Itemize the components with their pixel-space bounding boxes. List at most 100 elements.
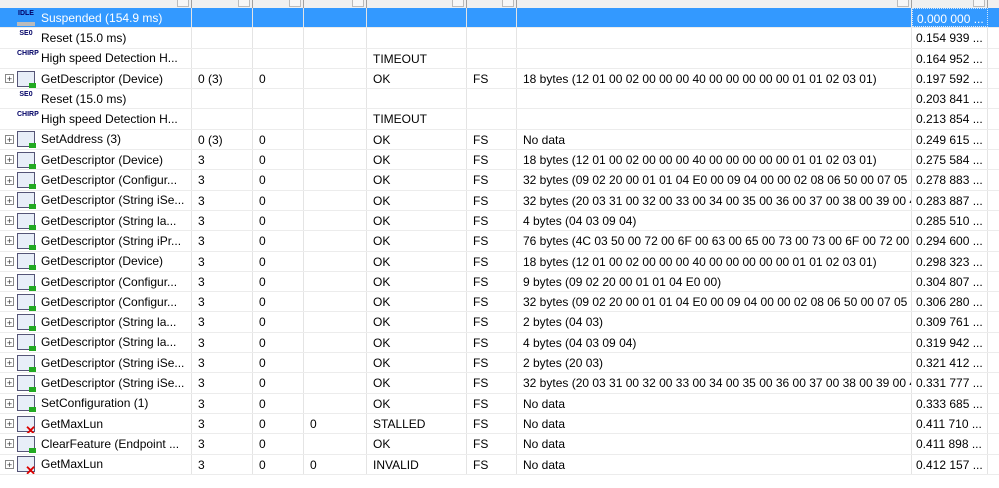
- expand-toggle-icon[interactable]: +: [5, 236, 14, 246]
- speed-cell: [467, 8, 517, 28]
- table-row[interactable]: + GetDescriptor (Device) 3 0 OK FS 18 bytes (1…: [0, 150, 999, 171]
- expand-toggle-icon[interactable]: +: [5, 358, 14, 368]
- expand-toggle-icon[interactable]: +: [5, 216, 14, 226]
- table-row[interactable]: + GetDescriptor (Configur... 3 0 OK FS 32 byte…: [0, 292, 999, 313]
- item-cell[interactable]: + SetAddress (3): [0, 129, 192, 150]
- table-row[interactable]: SE0 Reset (15.0 ms) 0.154 939 ...: [0, 28, 999, 49]
- item-label: Reset (15.0 ms): [41, 30, 127, 45]
- table-row[interactable]: + ClearFeature (Endpoint ... 3 0 OK FS No data…: [0, 434, 999, 455]
- table-row[interactable]: + SetAddress (3) 0 (3) 0 OK FS No data 0.249 61…: [0, 129, 999, 151]
- item-cell[interactable]: + GetDescriptor (String iSe...: [0, 373, 192, 393]
- table-row[interactable]: + GetDescriptor (String la... 3 0 OK FS 4 byte…: [0, 210, 999, 232]
- table-row[interactable]: + GetDescriptor (String iSe... 3 0 OK FS 32 by…: [0, 190, 999, 211]
- item-label: GetDescriptor (String iPr...: [41, 233, 182, 248]
- table-row[interactable]: + SetConfiguration (1) 3 0 OK FS No data 0.333 …: [0, 393, 999, 414]
- column-header-time[interactable]: [912, 0, 988, 8]
- data-cell: 9 bytes (09 02 20 00 01 01 04 E0 00): [517, 271, 912, 292]
- column-header-status[interactable]: [367, 0, 467, 8]
- speed-cell: [467, 28, 517, 48]
- table-row[interactable]: + GetDescriptor (Configur... 3 0 OK FS 9 bytes…: [0, 271, 999, 293]
- table-row[interactable]: + GetDescriptor (Device) 0 (3) 0 OK FS 18 byte…: [0, 68, 999, 90]
- expand-toggle-icon[interactable]: +: [5, 155, 14, 165]
- expand-toggle-icon[interactable]: +: [5, 378, 14, 388]
- item-cell[interactable]: + SetConfiguration (1): [0, 393, 192, 413]
- item-cell[interactable]: CHIRP High speed Detection H...: [0, 109, 192, 129]
- speed-cell: FS: [467, 150, 517, 170]
- expand-toggle-icon[interactable]: +: [5, 419, 14, 429]
- data-cell: 32 bytes (09 02 20 00 01 01 04 E0 00 09 …: [517, 292, 912, 312]
- expand-toggle-icon[interactable]: +: [5, 195, 14, 205]
- control-transfer-icon: [17, 293, 36, 311]
- column-header-item[interactable]: [0, 0, 192, 8]
- expand-toggle-icon[interactable]: +: [5, 134, 14, 144]
- item-cell[interactable]: + GetDescriptor (String iPr...: [0, 231, 192, 251]
- item-cell[interactable]: + GetDescriptor (String la...: [0, 332, 192, 353]
- item-cell[interactable]: IDLE Suspended (154.9 ms): [0, 8, 192, 28]
- item-cell[interactable]: + GetDescriptor (Device): [0, 68, 192, 89]
- item-label: GetDescriptor (String la...: [41, 335, 177, 350]
- table-row[interactable]: +GetMaxLun300STALLEDFSNo data0.411 710 .…: [0, 413, 999, 435]
- time-cell: 0.213 854 ...: [912, 109, 988, 129]
- column-header-device[interactable]: [192, 0, 253, 8]
- expand-toggle-icon[interactable]: +: [5, 439, 14, 449]
- device-cell: 3: [192, 170, 253, 190]
- time-cell: 0.278 883 ...: [912, 170, 988, 190]
- data-cell: 2 bytes (04 03): [517, 312, 912, 332]
- table-row[interactable]: CHIRP High speed Detection H... TIMEOUT 0.2…: [0, 109, 999, 130]
- expand-toggle-icon[interactable]: +: [5, 256, 14, 266]
- item-cell[interactable]: + GetMaxLun: [0, 413, 192, 434]
- table-row[interactable]: + GetDescriptor (String iSe... 3 0 OK FS 2 byt…: [0, 353, 999, 374]
- transaction-list[interactable]: IDLE Suspended (154.9 ms) 0.000 000 ... SE0…: [0, 8, 999, 475]
- data-cell: No data: [517, 129, 912, 150]
- column-header-interface[interactable]: [304, 0, 367, 8]
- item-cell[interactable]: SE0 Reset (15.0 ms): [0, 89, 192, 109]
- expand-toggle-icon[interactable]: +: [5, 337, 14, 347]
- item-cell[interactable]: + GetDescriptor (String la...: [0, 312, 192, 332]
- time-cell: 0.294 600 ...: [912, 231, 988, 251]
- item-cell[interactable]: + GetDescriptor (Configur...: [0, 271, 192, 292]
- table-row[interactable]: + GetDescriptor (String iPr... 3 0 OK FS 76 by…: [0, 231, 999, 252]
- speed-cell: FS: [467, 68, 517, 89]
- item-cell[interactable]: + GetDescriptor (String la...: [0, 210, 192, 231]
- expand-toggle-icon[interactable]: +: [5, 317, 14, 327]
- table-row[interactable]: + GetDescriptor (String iSe... 3 0 OK FS 32 by…: [0, 373, 999, 394]
- column-header-data[interactable]: [517, 0, 912, 8]
- table-row[interactable]: +GetMaxLun300INVALIDFSNo data0.412 157 .…: [0, 454, 999, 475]
- table-row[interactable]: CHIRP High speed Detection H... TIMEOUT 0.1…: [0, 48, 999, 69]
- expand-toggle-icon[interactable]: +: [5, 398, 14, 408]
- column-header-endpoint[interactable]: [253, 0, 304, 8]
- item-cell[interactable]: SE0 Reset (15.0 ms): [0, 28, 192, 48]
- interface-cell: [304, 393, 367, 413]
- table-row[interactable]: + GetDescriptor (Configur... 3 0 OK FS 32 byte…: [0, 170, 999, 191]
- item-cell[interactable]: + GetDescriptor (Device): [0, 251, 192, 271]
- item-cell[interactable]: + ClearFeature (Endpoint ...: [0, 434, 192, 454]
- table-row[interactable]: + GetDescriptor (String la... 3 0 OK FS 4 byte…: [0, 332, 999, 354]
- column-header-speed[interactable]: [467, 0, 517, 8]
- expand-toggle-icon[interactable]: +: [5, 175, 14, 185]
- data-cell: 18 bytes (12 01 00 02 00 00 00 40 00 00 …: [517, 68, 912, 89]
- item-cell[interactable]: + GetDescriptor (String iSe...: [0, 190, 192, 210]
- item-label: GetDescriptor (String la...: [41, 213, 177, 228]
- time-cell: 0.331 777 ...: [912, 373, 988, 393]
- expand-toggle-icon[interactable]: +: [5, 277, 14, 287]
- expand-toggle-icon[interactable]: +: [5, 297, 14, 307]
- item-cell[interactable]: + GetDescriptor (Configur...: [0, 170, 192, 190]
- item-cell[interactable]: + GetDescriptor (Device): [0, 150, 192, 170]
- table-row[interactable]: IDLE Suspended (154.9 ms) 0.000 000 ...: [0, 8, 999, 29]
- table-row[interactable]: + GetDescriptor (Device) 3 0 OK FS 18 bytes (1…: [0, 251, 999, 272]
- time-cell: 0.285 510 ...: [912, 210, 988, 231]
- expand-toggle-icon[interactable]: +: [5, 74, 14, 84]
- expand-toggle-icon[interactable]: +: [5, 459, 14, 469]
- item-cell[interactable]: + GetMaxLun: [0, 454, 192, 474]
- table-row[interactable]: SE0 Reset (15.0 ms) 0.203 841 ...: [0, 89, 999, 110]
- item-cell[interactable]: + GetDescriptor (String iSe...: [0, 353, 192, 373]
- item-cell[interactable]: + GetDescriptor (Configur...: [0, 292, 192, 312]
- speed-cell: [467, 48, 517, 68]
- interface-cell: [304, 434, 367, 454]
- table-row[interactable]: + GetDescriptor (String la... 3 0 OK FS 2 byte…: [0, 312, 999, 333]
- item-cell[interactable]: CHIRP High speed Detection H...: [0, 48, 192, 68]
- device-cell: [192, 28, 253, 48]
- time-cell: 0.304 807 ...: [912, 271, 988, 292]
- device-cell: 3: [192, 190, 253, 210]
- endpoint-cell: 0: [253, 373, 304, 393]
